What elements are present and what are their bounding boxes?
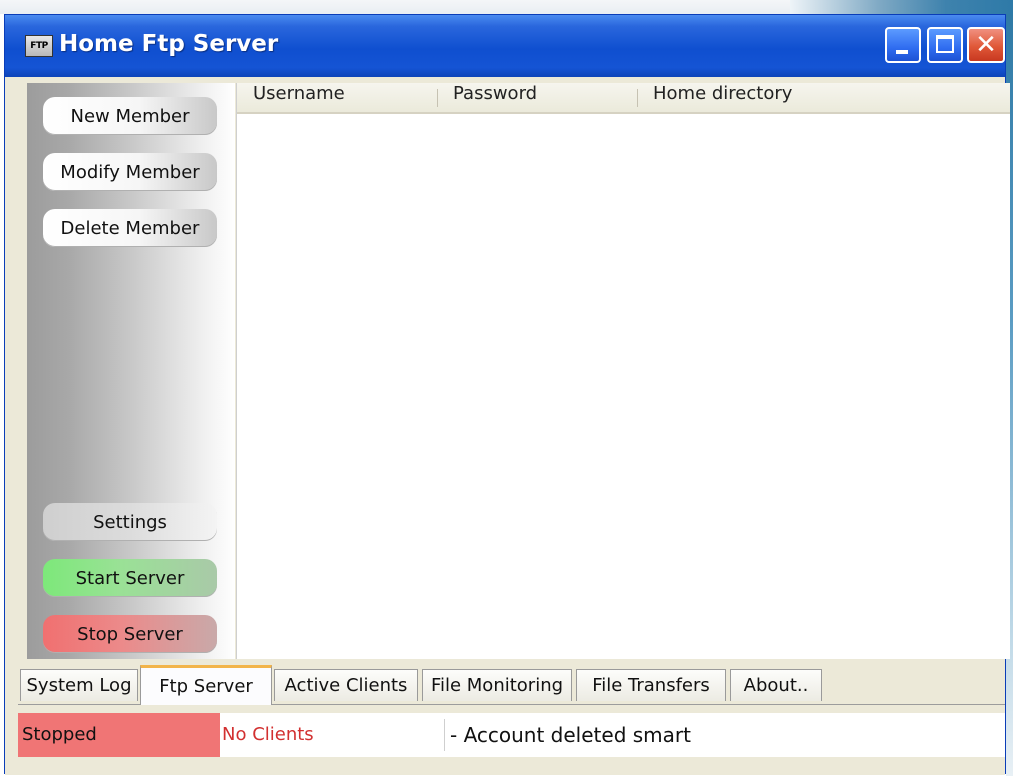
maximize-button[interactable]: [927, 27, 963, 63]
new-member-button[interactable]: New Member: [43, 97, 217, 135]
window-body: New Member Modify Member Delete Member S…: [5, 77, 1010, 775]
modify-member-button[interactable]: Modify Member: [43, 153, 217, 191]
minimize-button[interactable]: [885, 27, 921, 63]
column-header-home-directory[interactable]: Home directory: [637, 83, 1010, 112]
minimize-icon: [896, 50, 908, 54]
ftp-app-icon[interactable]: FTP: [25, 35, 53, 57]
tab-file-transfers[interactable]: File Transfers: [576, 669, 726, 701]
app-window: FTP Home Ftp Server ✕ New Member Modify …: [4, 14, 1010, 775]
member-sidebar: New Member Modify Member Delete Member S…: [27, 83, 235, 659]
stop-server-button[interactable]: Stop Server: [43, 615, 217, 653]
delete-member-button[interactable]: Delete Member: [43, 209, 217, 247]
tab-strip: System Log Ftp Server Active Clients Fil…: [18, 665, 1005, 705]
close-icon: ✕: [975, 30, 997, 60]
close-button[interactable]: ✕: [967, 27, 1005, 63]
server-status: Stopped: [18, 713, 220, 757]
tab-active-clients[interactable]: Active Clients: [274, 669, 418, 701]
status-message: - Account deleted smart: [450, 723, 691, 747]
list-header: Username Password Home directory: [237, 83, 1010, 114]
column-header-password[interactable]: Password: [437, 83, 637, 112]
tab-ftp-server[interactable]: Ftp Server: [140, 665, 272, 705]
desktop-wallpaper-detail: [790, 0, 1013, 14]
tab-system-log[interactable]: System Log: [20, 669, 138, 701]
window-bottom-frame: [5, 759, 1005, 775]
settings-button[interactable]: Settings: [43, 503, 217, 541]
title-bar[interactable]: FTP Home Ftp Server ✕: [5, 15, 1005, 77]
maximize-icon: [936, 35, 954, 53]
start-server-button[interactable]: Start Server: [43, 559, 217, 597]
status-divider: [444, 719, 445, 751]
tab-file-monitoring[interactable]: File Monitoring: [422, 669, 572, 701]
status-bar: Stopped No Clients - Account deleted sma…: [18, 713, 1005, 757]
clients-status: No Clients: [222, 724, 314, 745]
window-title: Home Ftp Server: [59, 31, 279, 57]
tab-about[interactable]: About..: [730, 669, 822, 701]
column-header-username[interactable]: Username: [237, 83, 437, 112]
members-list[interactable]: Username Password Home directory: [236, 83, 1010, 659]
